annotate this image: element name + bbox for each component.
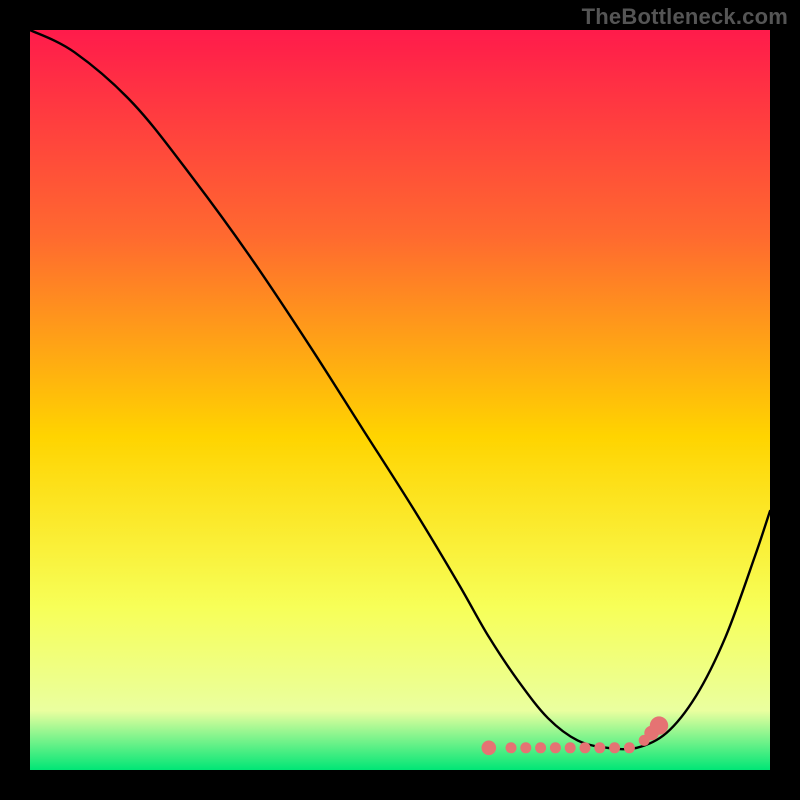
marker-dot	[482, 741, 497, 756]
plot-area	[30, 30, 770, 770]
marker-dot	[580, 742, 591, 753]
marker-dot	[594, 742, 605, 753]
marker-dot	[506, 742, 517, 753]
marker-dot	[520, 742, 531, 753]
marker-dot	[650, 716, 668, 734]
marker-dot	[609, 742, 620, 753]
marker-dot	[550, 742, 561, 753]
chart-frame: TheBottleneck.com	[0, 0, 800, 800]
watermark-text: TheBottleneck.com	[582, 4, 788, 30]
marker-dot	[624, 742, 635, 753]
marker-dot	[565, 742, 576, 753]
gradient-background	[30, 30, 770, 770]
marker-dot	[535, 742, 546, 753]
